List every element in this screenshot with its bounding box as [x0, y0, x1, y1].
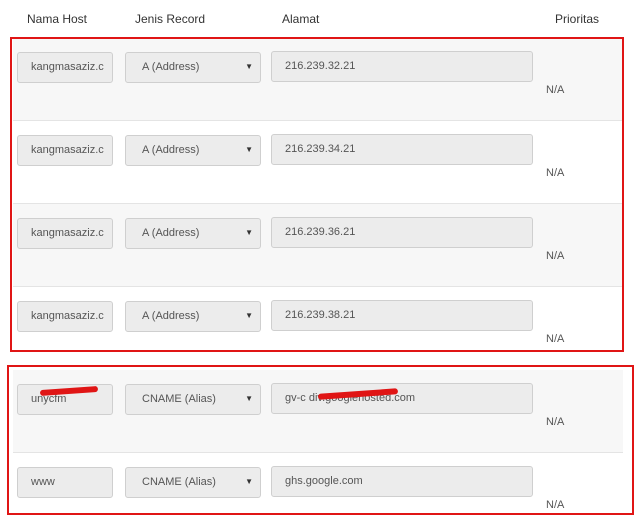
host-input[interactable]: www — [17, 467, 113, 498]
record-type-value: CNAME (Alias) — [142, 393, 216, 405]
table-row: kangmasaziz.c A (Address) ▼ 216.239.36.2… — [13, 204, 623, 286]
chevron-down-icon: ▼ — [245, 62, 253, 71]
table-header: Nama Host Jenis Record Alamat Prioritas — [0, 0, 640, 38]
address-input[interactable]: 216.239.34.21 — [271, 134, 533, 165]
priority-value: N/A — [546, 84, 565, 96]
table-row: kangmasaziz.c A (Address) ▼ 216.239.32.2… — [13, 38, 623, 120]
record-type-value: A (Address) — [142, 227, 200, 239]
record-type-value: A (Address) — [142, 310, 200, 322]
host-input[interactable]: kangmasaziz.c — [17, 135, 113, 166]
address-input[interactable]: 216.239.36.21 — [271, 217, 533, 248]
chevron-down-icon: ▼ — [245, 394, 253, 403]
header-record-type: Jenis Record — [135, 12, 206, 26]
table-row: www CNAME (Alias) ▼ ghs.google.com N/A — [13, 453, 623, 519]
record-type-select[interactable]: A (Address) ▼ — [125, 218, 261, 249]
header-priority: Prioritas — [555, 12, 600, 26]
table-row: kangmasaziz.c A (Address) ▼ 216.239.34.2… — [13, 121, 623, 203]
host-input[interactable]: kangmasaziz.c — [17, 52, 113, 83]
address-input[interactable]: 216.239.38.21 — [271, 300, 533, 331]
host-input[interactable]: kangmasaziz.c — [17, 301, 113, 332]
chevron-down-icon: ▼ — [245, 145, 253, 154]
header-address: Alamat — [282, 12, 320, 26]
priority-value: N/A — [546, 499, 565, 511]
priority-value: N/A — [546, 416, 565, 428]
host-input[interactable]: kangmasaziz.c — [17, 218, 113, 249]
record-type-select[interactable]: CNAME (Alias) ▼ — [125, 467, 261, 498]
record-type-value: A (Address) — [142, 61, 200, 73]
address-input[interactable]: gv-c div.googlehosted.com — [271, 383, 533, 414]
priority-value: N/A — [546, 333, 565, 345]
record-type-value: CNAME (Alias) — [142, 476, 216, 488]
table-row: kangmasaziz.c A (Address) ▼ 216.239.38.2… — [13, 287, 623, 369]
record-type-select[interactable]: A (Address) ▼ — [125, 301, 261, 332]
chevron-down-icon: ▼ — [245, 477, 253, 486]
priority-value: N/A — [546, 167, 565, 179]
record-type-select[interactable]: A (Address) ▼ — [125, 52, 261, 83]
table-row: unycfm CNAME (Alias) ▼ gv-c div.googleho… — [13, 370, 623, 452]
priority-value: N/A — [546, 250, 565, 262]
record-type-value: A (Address) — [142, 144, 200, 156]
address-input[interactable]: ghs.google.com — [271, 466, 533, 497]
address-input[interactable]: 216.239.32.21 — [271, 51, 533, 82]
record-type-select[interactable]: A (Address) ▼ — [125, 135, 261, 166]
record-type-select[interactable]: CNAME (Alias) ▼ — [125, 384, 261, 415]
chevron-down-icon: ▼ — [245, 311, 253, 320]
chevron-down-icon: ▼ — [245, 228, 253, 237]
header-host: Nama Host — [27, 12, 88, 26]
